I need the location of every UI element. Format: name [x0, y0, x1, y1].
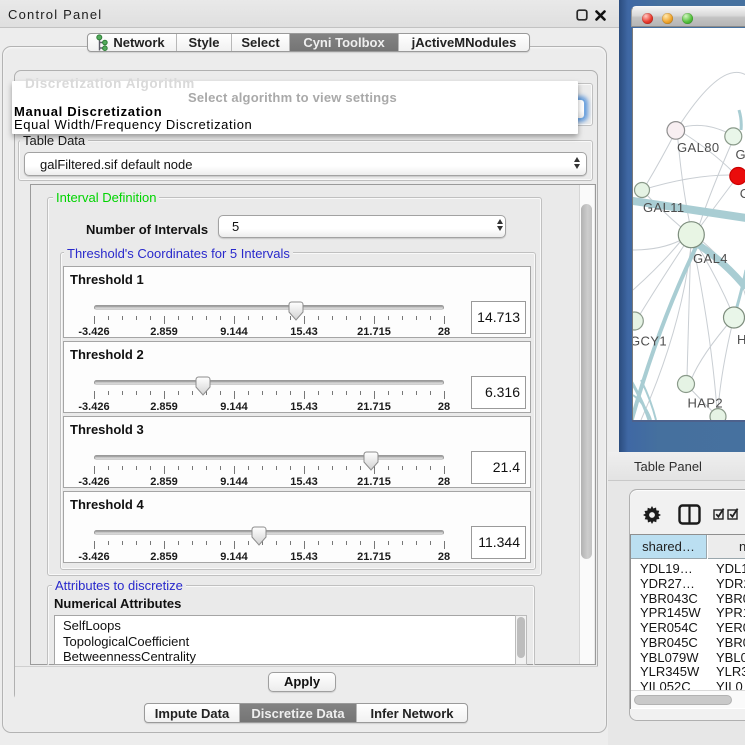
svg-text:GA: GA	[736, 147, 745, 162]
svg-text:HAP2: HAP2	[688, 396, 724, 411]
svg-text:H: H	[737, 332, 745, 347]
svg-text:GAL4: GAL4	[693, 251, 728, 266]
svg-text:GCY1: GCY1	[633, 334, 667, 349]
svg-text:GAL80: GAL80	[677, 140, 719, 155]
svg-text:CY: CY	[740, 186, 745, 201]
svg-text:GAL11: GAL11	[643, 200, 685, 215]
